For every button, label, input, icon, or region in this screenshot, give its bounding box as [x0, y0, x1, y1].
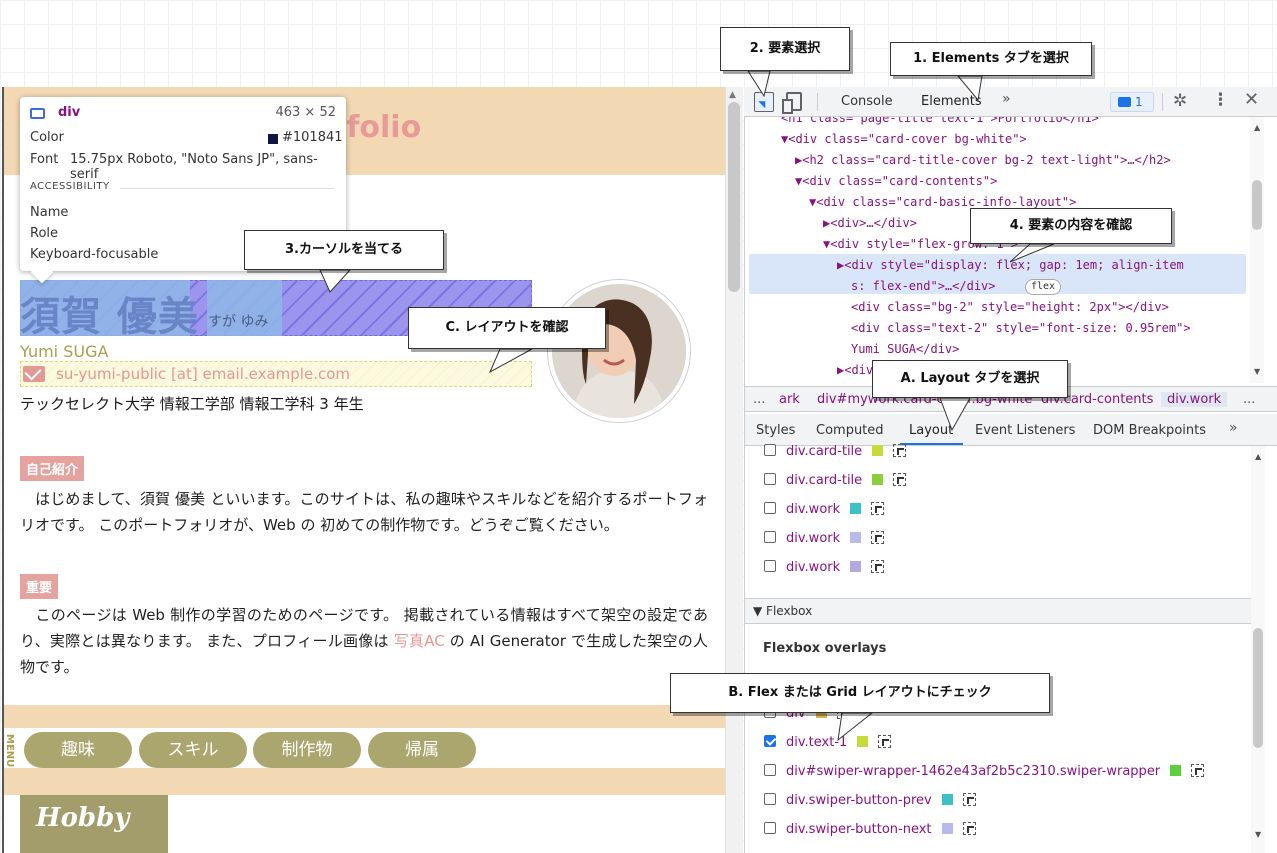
callout-step-b: B. Flex または Grid レイアウトにチェック [670, 673, 1050, 713]
callout-tails [319, 70, 1055, 742]
callout-step-c: C. レイアウトを確認 [408, 307, 606, 349]
callout-tail [1009, 243, 1055, 263]
callout-step-3: 3.カーソルを当てる [244, 230, 444, 270]
callout-step-4: 4. 要素の内容を確認 [970, 208, 1172, 244]
callout-tail [939, 397, 971, 432]
callout-step-1: 1. Elements タブを選択 [890, 42, 1092, 76]
callout-tail [747, 70, 771, 98]
callout-tail [319, 269, 352, 293]
callout-tail [837, 712, 874, 742]
callout-tail [956, 75, 983, 102]
callout-step-a: A. Layout タブを選択 [872, 360, 1068, 398]
callout-step-2: 2. 要素選択 [720, 27, 850, 71]
callout-tail [488, 348, 533, 374]
